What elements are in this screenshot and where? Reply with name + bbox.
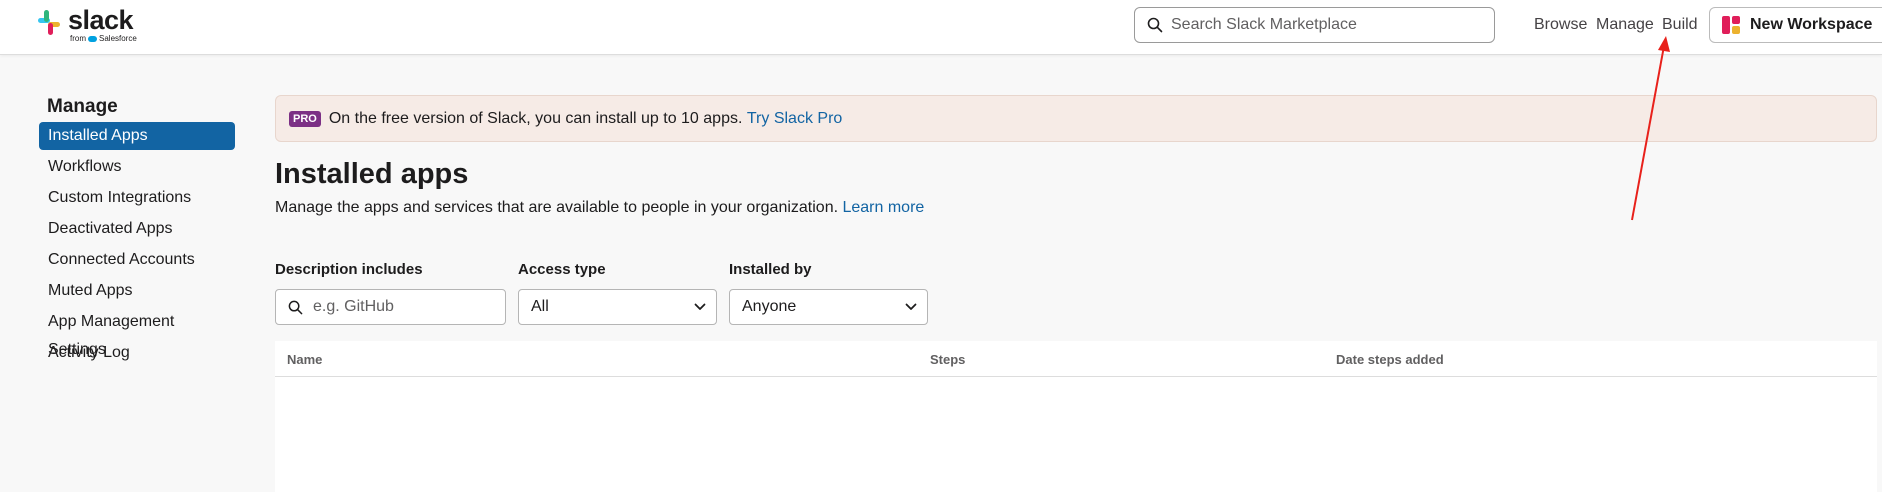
page-title: Installed apps: [275, 158, 469, 190]
table-header: Name Steps Date steps added: [275, 341, 1877, 377]
column-header-steps[interactable]: Steps: [930, 352, 965, 367]
chevron-down-icon: [694, 303, 706, 310]
sidebar-title: Manage: [47, 96, 118, 117]
search-input[interactable]: [1171, 16, 1491, 34]
nav-build[interactable]: Build: [1662, 16, 1698, 34]
access-type-value: All: [531, 298, 549, 315]
search-icon: [288, 300, 303, 314]
sidebar-nav: Installed Apps Workflows Custom Integrat…: [39, 122, 235, 370]
description-filter-input[interactable]: [313, 298, 493, 316]
sidebar-item-workflows[interactable]: Workflows: [39, 153, 235, 184]
sidebar-item-connected-accounts[interactable]: Connected Accounts: [39, 246, 235, 277]
salesforce-cloud-icon: [88, 35, 97, 42]
upgrade-banner: PRO On the free version of Slack, you ca…: [275, 95, 1877, 142]
access-type-label: Access type: [518, 261, 606, 278]
chevron-down-icon: [905, 303, 917, 310]
sidebar-item-deactivated-apps[interactable]: Deactivated Apps: [39, 215, 235, 246]
access-type-select[interactable]: All: [518, 289, 717, 325]
installed-by-select[interactable]: Anyone: [729, 289, 928, 325]
pro-badge: PRO: [289, 110, 321, 127]
logo-subtitle: from Salesforce: [70, 34, 137, 43]
marketplace-search[interactable]: [1134, 7, 1495, 43]
search-icon: [1147, 17, 1163, 33]
description-text: Manage the apps and services that are av…: [275, 199, 839, 216]
description-filter[interactable]: [275, 289, 506, 325]
nav-browse[interactable]: Browse: [1534, 16, 1587, 34]
description-filter-label: Description includes: [275, 261, 423, 278]
banner-text: On the free version of Slack, you can in…: [328, 109, 743, 127]
installed-by-value: Anyone: [742, 298, 797, 315]
slack-logo[interactable]: slack from Salesforce: [34, 6, 137, 44]
slack-logo-icon: [34, 8, 62, 36]
column-header-name[interactable]: Name: [287, 352, 322, 367]
sidebar-item-installed-apps[interactable]: Installed Apps: [39, 122, 235, 150]
logo-wordmark: slack: [68, 5, 134, 35]
installed-by-label: Installed by: [729, 261, 812, 278]
workspace-button-label: New Workspace: [1750, 16, 1873, 33]
sidebar-item-app-management-settings[interactable]: App Management Settings: [39, 308, 235, 358]
sidebar-item-muted-apps[interactable]: Muted Apps: [39, 277, 235, 308]
new-workspace-button[interactable]: New Workspace: [1709, 7, 1882, 43]
page-description: Manage the apps and services that are av…: [275, 199, 924, 217]
sidebar-item-activity-log[interactable]: Activity Log: [39, 339, 235, 370]
learn-more-link[interactable]: Learn more: [842, 199, 924, 216]
sidebar-item-custom-integrations[interactable]: Custom Integrations: [39, 184, 235, 215]
column-header-date-steps-added[interactable]: Date steps added: [1336, 352, 1444, 367]
installed-apps-table: Name Steps Date steps added: [275, 341, 1877, 492]
workspace-icon: [1722, 16, 1740, 34]
top-header: slack fromSalesforce Browse Manage Build…: [0, 0, 1882, 55]
try-slack-pro-link[interactable]: Try Slack Pro: [747, 110, 842, 128]
nav-manage[interactable]: Manage: [1596, 16, 1654, 34]
